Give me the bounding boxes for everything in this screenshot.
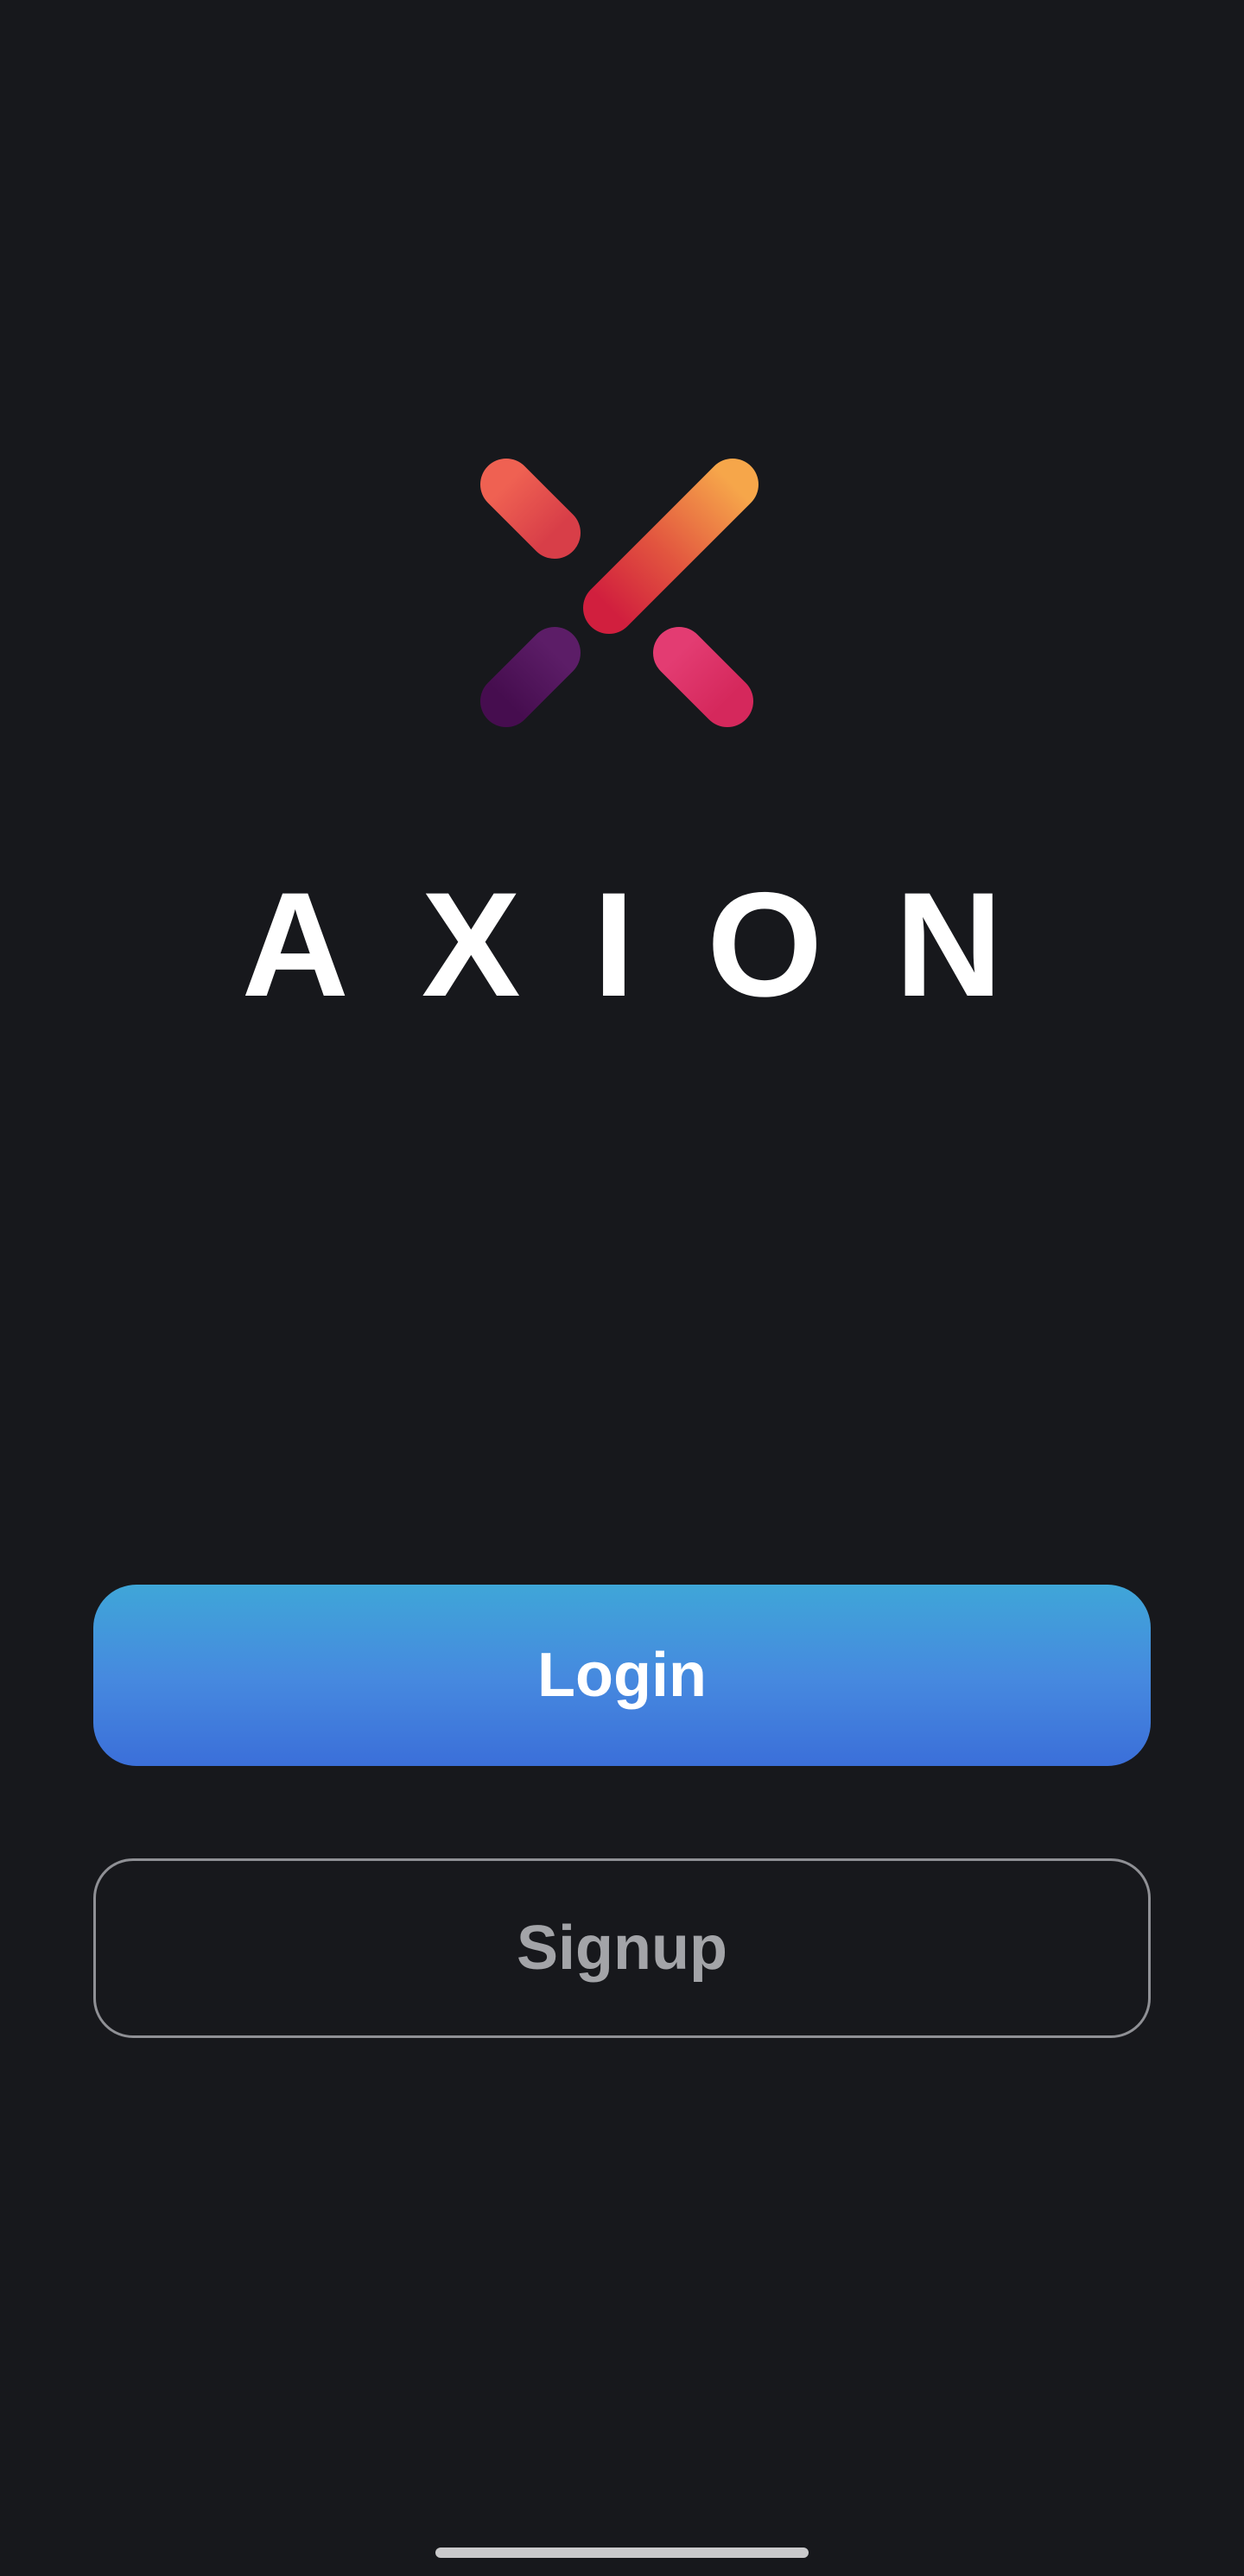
brand-title: AXION — [241, 862, 1076, 1028]
welcome-screen: AXION Login Signup — [0, 0, 1244, 2576]
signup-button[interactable]: Signup — [93, 1858, 1151, 2038]
logo-stroke-long — [583, 459, 758, 634]
logo-stroke-bottom-left — [480, 627, 581, 727]
logo-stroke-top-left — [480, 459, 581, 559]
home-indicator — [435, 2548, 809, 2558]
login-button[interactable]: Login — [93, 1585, 1151, 1766]
axion-x-logo-icon — [480, 459, 758, 727]
logo-stroke-bottom-right — [653, 627, 753, 727]
axion-logo — [473, 447, 771, 744]
